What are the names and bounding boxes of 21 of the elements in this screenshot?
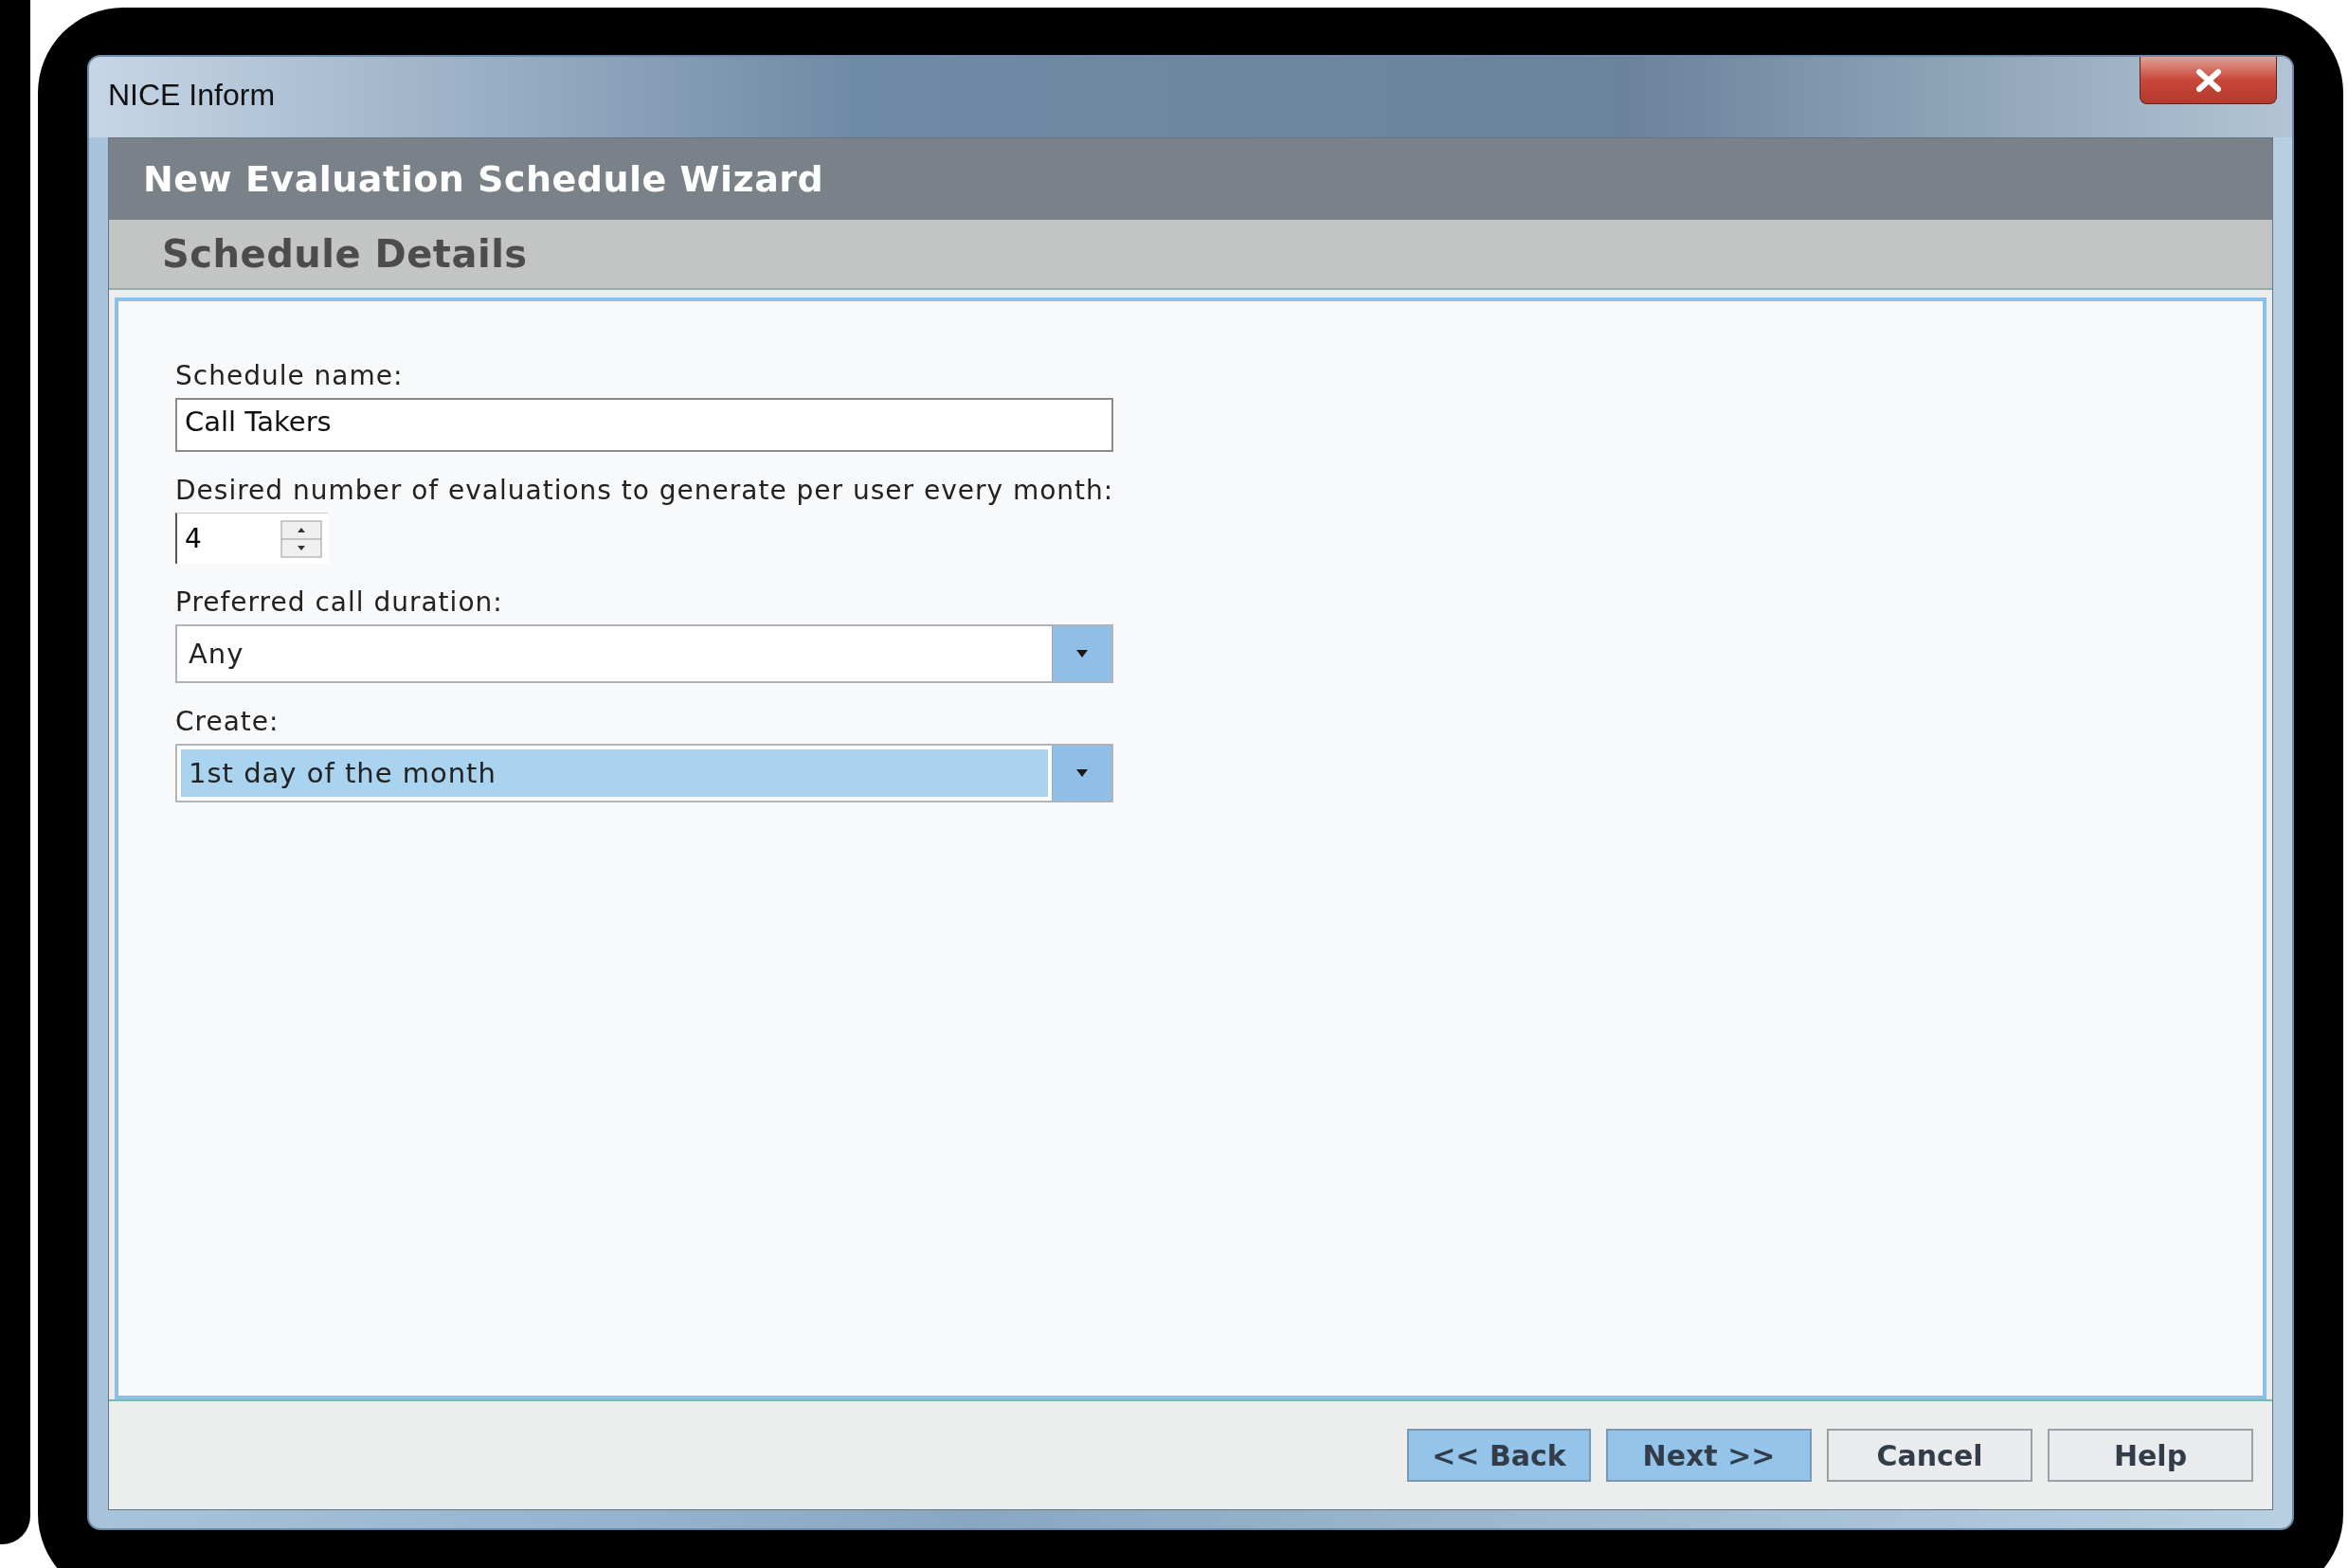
wizard-button[interactable]: << Back [1407,1429,1591,1482]
dropdown-value: Any [188,637,245,672]
wizard-button[interactable]: Help [2048,1429,2253,1482]
dropdown[interactable]: Any [175,624,1113,683]
spinner-arrows-icon[interactable] [280,519,322,558]
dropdown[interactable]: 1st day of the month [175,744,1113,802]
wizard-title: New Evaluation Schedule Wizard [143,158,824,200]
close-button[interactable] [2140,57,2277,104]
step-title: Schedule Details [162,232,528,276]
spinner-value: 4 [185,523,202,554]
wizard-button[interactable]: Cancel [1827,1429,2032,1482]
window-title: NICE Inform [108,78,276,113]
field-label: Schedule name: [175,360,405,392]
name-field[interactable]: Call Takers [175,398,1113,452]
field-label: Create: [175,706,280,738]
field-label: Desired number of evaluations to generate per user every month: [175,475,1115,507]
wizard-button[interactable]: Next >> [1606,1429,1812,1482]
close-icon [2194,67,2223,93]
field-label: Preferred call duration: [175,586,504,619]
number-spinner[interactable]: 4 [175,513,328,564]
dropdown-value: 1st day of the month [181,749,1048,797]
